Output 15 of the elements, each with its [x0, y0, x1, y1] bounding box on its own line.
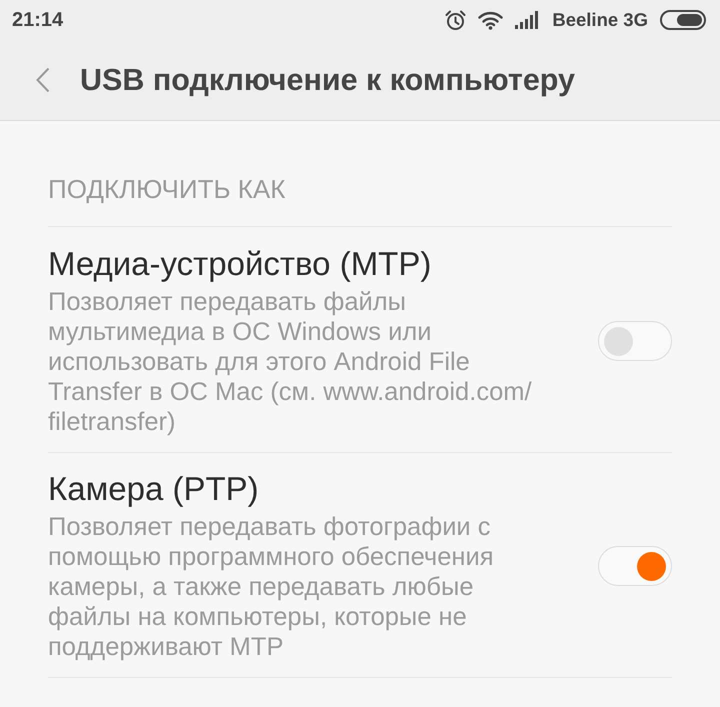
alarm-clock-icon — [445, 10, 466, 30]
section-heading: ПОДКЛЮЧИТЬ КАК — [48, 121, 672, 227]
option-description: Позволяет передавать файлы мультимедиа в ОС Windows или использовать для этого Android File Transfer в ОС Mac (см. www.android.com/ filetransfer) — [48, 287, 532, 437]
option-title: Медиа-устройство (MTP) — [48, 245, 432, 283]
carrier-name: Beeline 3G — [552, 9, 648, 31]
wifi-icon — [478, 10, 504, 30]
option-title: Камера (PTP) — [48, 470, 260, 508]
page-title: USB подключение к компьютеру — [80, 62, 575, 98]
battery-icon — [660, 10, 706, 30]
status-time: 21:14 — [12, 8, 64, 32]
toggle-switch[interactable] — [598, 546, 672, 586]
toggle-switch[interactable] — [598, 321, 672, 361]
option-description: Позволяет передавать фотографии с помощью программного обеспечения камеры, а также передавать любые файлы на компьютеры, которые не поддерживают MTP — [48, 512, 494, 662]
signal-bars-icon — [515, 11, 540, 29]
back-chevron-icon — [36, 67, 50, 93]
